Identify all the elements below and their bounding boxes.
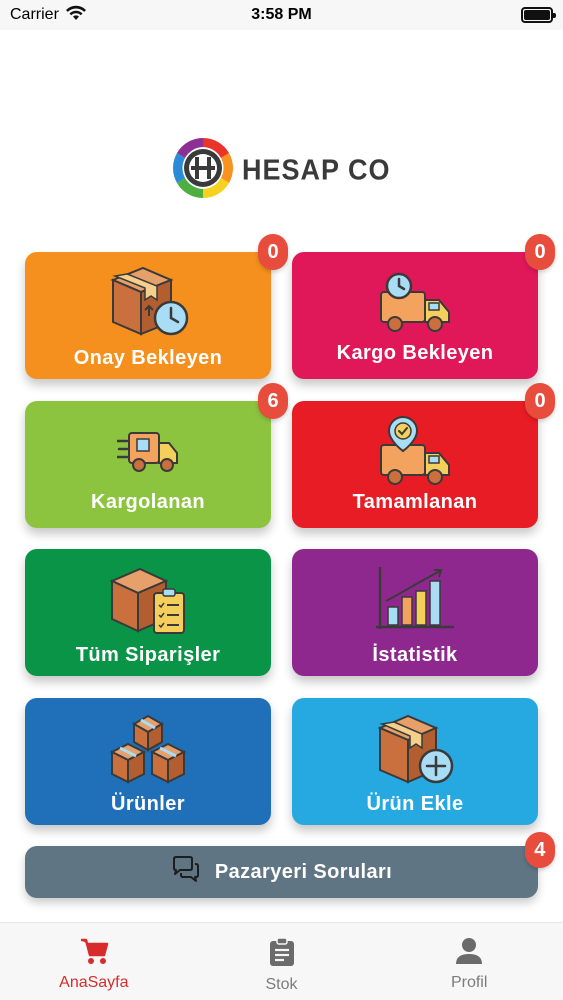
tab-stok[interactable]: Stok (188, 923, 376, 1000)
tile-label: Ürün Ekle (366, 793, 464, 815)
battery-fill (524, 10, 550, 20)
logo-text: HESAP CO (242, 153, 391, 186)
tile-kargo-bekleyen[interactable]: Kargo Bekleyen 0 (292, 234, 555, 379)
notification-badge: 6 (258, 383, 288, 419)
status-bar: Carrier 3:58 PM (0, 0, 563, 30)
boxes-icon (108, 710, 188, 791)
cart-icon (79, 937, 109, 970)
tile-kargolanan[interactable]: Kargolanan 6 (25, 383, 288, 528)
chat-bubbles-icon (171, 855, 201, 889)
tile-label: Kargo Bekleyen (336, 342, 494, 364)
delivery-truck-icon (115, 429, 179, 478)
tile-istatistik[interactable]: İstatistik (292, 549, 538, 676)
logo-ring-icon (170, 135, 236, 206)
tab-profil[interactable]: Profil (375, 923, 563, 1000)
tile-label: Onay Bekleyen (73, 347, 223, 369)
pazaryeri-sorulari-label: Pazaryeri Soruları (214, 860, 393, 883)
tile-label: Ürünler (111, 793, 185, 815)
pazaryeri-sorulari-button[interactable]: Pazaryeri Soruları 4 (25, 832, 555, 898)
box-clipboard-icon (108, 563, 188, 640)
tab-anasayfa[interactable]: AnaSayfa (0, 923, 188, 1000)
notification-badge: 4 (525, 832, 555, 868)
tab-label: Profil (450, 974, 488, 991)
tab-bar: AnaSayfa Stok Profil (0, 922, 563, 1000)
tile-urun-ekle[interactable]: Ürün Ekle (292, 698, 538, 825)
bar-chart-icon (374, 565, 456, 638)
wifi-icon (65, 5, 87, 26)
clipboard-icon (269, 937, 295, 972)
user-icon (455, 937, 483, 970)
tab-label: AnaSayfa (59, 974, 129, 991)
box-clock-icon (105, 260, 191, 343)
box-plus-icon (374, 710, 456, 791)
notification-badge: 0 (525, 383, 555, 419)
notification-badge: 0 (258, 234, 288, 270)
tile-label: Tamamlanan (352, 491, 478, 513)
notification-badge: 0 (525, 234, 555, 270)
tile-tum-siparisler[interactable]: Tüm Siparişler (25, 549, 271, 676)
tile-label: Kargolanan (90, 491, 206, 513)
tile-onay-bekleyen[interactable]: Onay Bekleyen 0 (25, 234, 288, 379)
tile-tamamlanan[interactable]: Tamamlanan 0 (292, 383, 555, 528)
truck-check-icon (379, 415, 451, 492)
battery-icon (521, 7, 556, 23)
tab-label: Stok (265, 976, 298, 993)
carrier-label: Carrier (10, 6, 59, 23)
tile-label: Tüm Siparişler (75, 644, 221, 666)
truck-clock-icon (379, 272, 451, 339)
tile-urunler[interactable]: Ürünler (25, 698, 271, 825)
app-logo: HESAP CO (170, 137, 400, 203)
status-left: Carrier (10, 5, 87, 26)
tile-label: İstatistik (372, 644, 458, 666)
